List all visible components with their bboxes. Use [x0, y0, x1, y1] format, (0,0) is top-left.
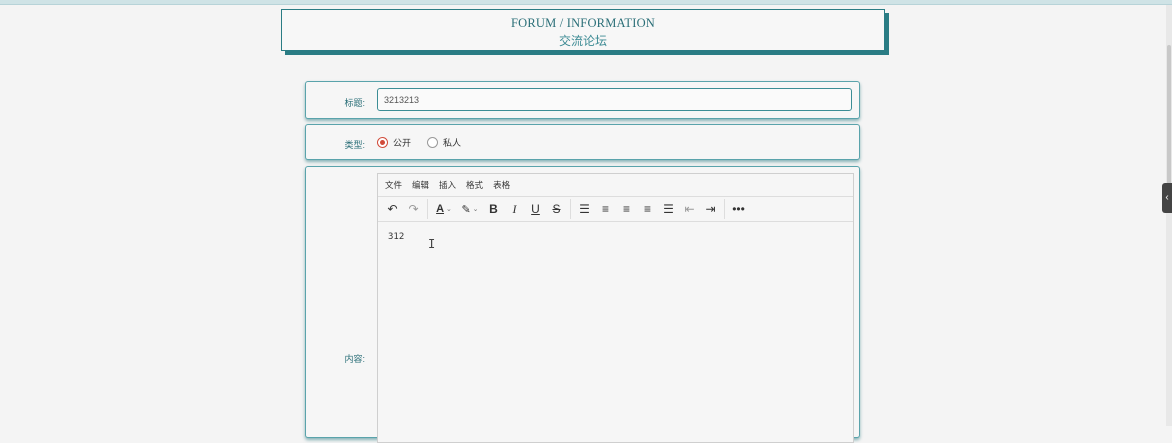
title-label: 标题: [344, 98, 365, 108]
align-left-icon[interactable]: ≡ [595, 199, 616, 219]
radio-checked-icon [377, 137, 388, 148]
align-center-icon[interactable]: ≡ [616, 199, 637, 219]
menu-table[interactable]: 表格 [493, 179, 510, 191]
editor-menubar: 文件 编辑 插入 格式 表格 [378, 174, 853, 197]
chevron-left-icon: ‹ [1165, 192, 1169, 203]
page-scrollbar[interactable] [1166, 5, 1172, 426]
title-input[interactable] [377, 88, 852, 111]
menu-edit[interactable]: 编辑 [412, 179, 429, 191]
toolbar-separator [427, 199, 428, 219]
redo-icon[interactable]: ↷ [403, 199, 424, 219]
bold-icon[interactable]: B [483, 199, 504, 219]
header-title-en: FORUM / INFORMATION [510, 16, 656, 30]
scrollbar-thumb[interactable] [1167, 45, 1171, 195]
editor-text: 312 [388, 232, 405, 242]
font-color-icon[interactable]: A ⌄ [431, 199, 457, 219]
header-title-cn: 交流论坛 [558, 34, 607, 48]
top-border [0, 0, 1172, 5]
toolbar-separator [724, 199, 725, 219]
page-header: FORUM / INFORMATION 交流论坛 [281, 9, 885, 51]
type-radio-public[interactable]: 公开 [377, 136, 411, 149]
underline-icon[interactable]: U [525, 199, 546, 219]
align-right-icon[interactable]: ≡ [637, 199, 658, 219]
type-option-public-label: 公开 [393, 138, 412, 148]
text-cursor-icon: I [428, 237, 436, 251]
menu-format[interactable]: 格式 [466, 179, 483, 191]
menu-insert[interactable]: 插入 [439, 179, 456, 191]
outdent-icon[interactable]: ⇤ [679, 199, 700, 219]
align-justify-icon[interactable]: ☰ [658, 199, 679, 219]
editor-content-area[interactable]: 312 I [378, 222, 853, 442]
radio-unchecked-icon [427, 137, 438, 148]
type-radio-private[interactable]: 私人 [427, 136, 461, 149]
italic-icon[interactable]: I [504, 199, 525, 219]
content-label: 内容: [344, 354, 365, 364]
type-option-private-label: 私人 [443, 138, 462, 148]
type-label: 类型: [344, 140, 365, 150]
editor-toolbar: ↶ ↷ A ⌄ ✎ ⌄ B I U S ☰ ≡ ≡ ≡ ☰ ⇤ ⇥ ••• [378, 197, 853, 222]
type-row: 类型: 公开 私人 [305, 124, 860, 160]
toolbar-separator [570, 199, 571, 219]
side-collapse-tab[interactable]: ‹ [1162, 183, 1172, 213]
highlight-icon[interactable]: ✎ ⌄ [457, 199, 483, 219]
content-row: 内容: 文件 编辑 插入 格式 表格 ↶ ↷ A ⌄ ✎ ⌄ B I U S ☰ ≡… [305, 166, 860, 443]
rich-text-editor: 文件 编辑 插入 格式 表格 ↶ ↷ A ⌄ ✎ ⌄ B I U S ☰ ≡ ≡ ≡… [377, 173, 854, 443]
menu-file[interactable]: 文件 [385, 179, 402, 191]
undo-icon[interactable]: ↶ [382, 199, 403, 219]
more-icon[interactable]: ••• [728, 199, 749, 219]
title-row: 标题: [305, 81, 860, 119]
line-height-icon[interactable]: ☰ [574, 199, 595, 219]
indent-icon[interactable]: ⇥ [700, 199, 721, 219]
strikethrough-icon[interactable]: S [546, 199, 567, 219]
